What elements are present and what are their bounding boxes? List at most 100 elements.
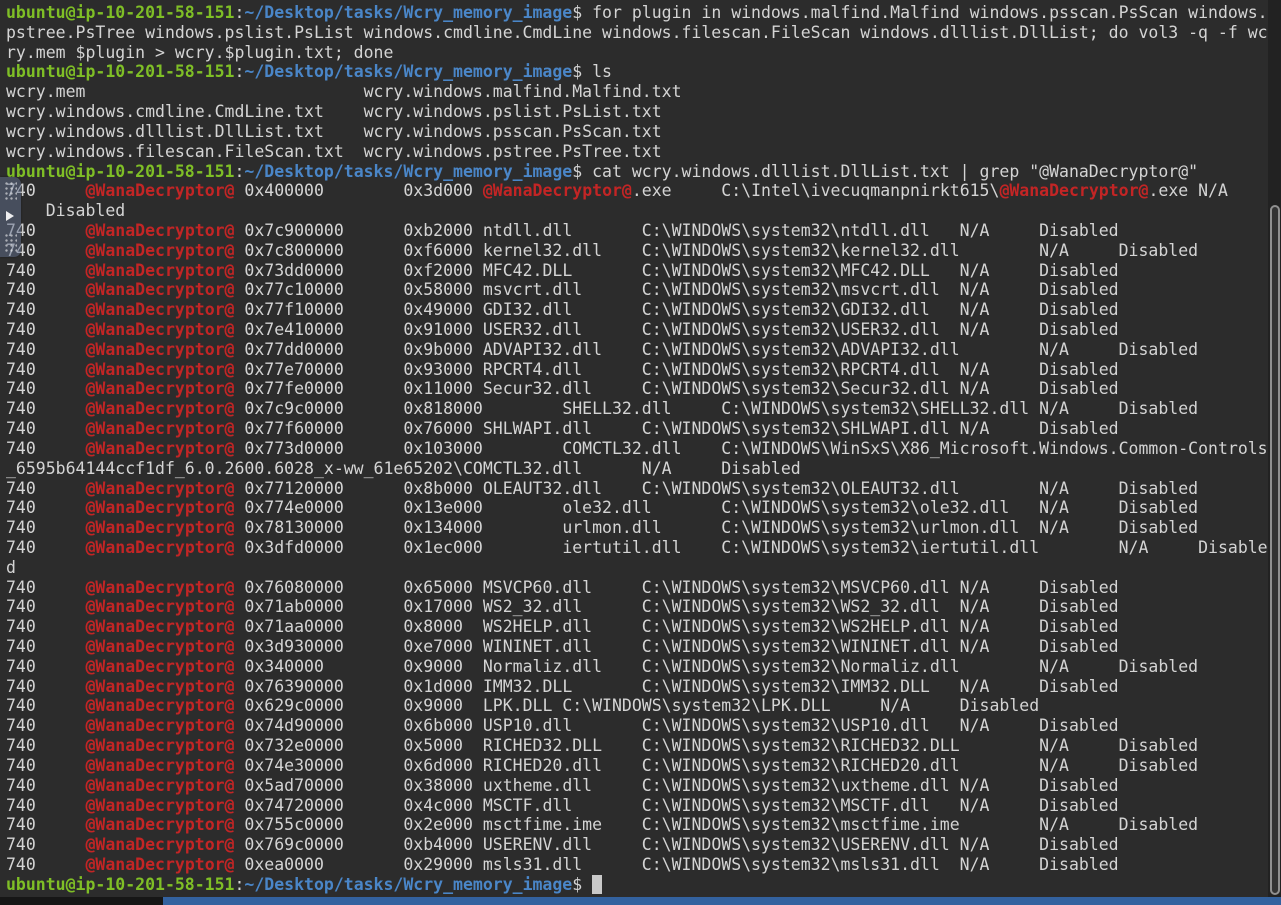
drag-dots-icon: [4, 233, 17, 253]
terminal-line: 740 @WanaDecryptor@ 0x340000 0x9000 Norm…: [6, 657, 1268, 677]
drag-dots-icon: [4, 181, 17, 201]
grep-match: @WanaDecryptor@: [85, 597, 235, 617]
terminal-line: ubuntu@ip-10-201-58-151:~/Desktop/tasks/…: [6, 3, 1268, 23]
terminal-text: wcry.windows.filescan.FileScan.txt wcry.…: [6, 141, 662, 161]
terminal-text: 0x77c10000 0x58000 msvcrt.dll C:\WINDOWS…: [234, 280, 1119, 300]
terminal-line: 740 @WanaDecryptor@ 0x5ad70000 0x38000 u…: [6, 776, 1268, 796]
grep-match: @WanaDecryptor@: [85, 815, 235, 835]
terminal-text: 0x76390000 0x1d000 IMM32.DLL C:\WINDOWS\…: [234, 676, 1119, 696]
terminal-line: 740 @WanaDecryptor@ 0x77fe0000 0x11000 S…: [6, 379, 1268, 399]
terminal-window: ubuntu@ip-10-201-58-151:~/Desktop/tasks/…: [0, 0, 1281, 905]
terminal-text: 0x3d930000 0xe7000 WININET.dll C:\WINDOW…: [234, 637, 1119, 656]
terminal-text: 740: [6, 260, 86, 280]
terminal-text: 0x71aa0000 0x8000 WS2HELP.dll C:\WINDOWS…: [234, 617, 1119, 637]
terminal-text: wcry.mem wcry.windows.malfind.Malfind.tx…: [6, 82, 682, 102]
scrollbar-thumb[interactable]: [1270, 205, 1280, 895]
terminal-text: 0x3dfd0000 0x1ec000 iertutil.dll C:\WIND…: [234, 537, 1268, 557]
grep-match: @WanaDecryptor@: [85, 438, 235, 458]
terminal-line: 740 @WanaDecryptor@ 0x3dfd0000 0x1ec000 …: [6, 538, 1268, 558]
grep-match: @WanaDecryptor@: [85, 379, 235, 399]
terminal-line: 740 @WanaDecryptor@ 0x74720000 0x4c000 M…: [6, 796, 1268, 816]
grep-match: @WanaDecryptor@: [85, 518, 235, 538]
terminal-line: 740 @WanaDecryptor@ 0x7c800000 0xf6000 k…: [6, 241, 1268, 261]
grep-match: @WanaDecryptor@: [85, 577, 235, 597]
terminal-line: ubuntu@ip-10-201-58-151:~/Desktop/tasks/…: [6, 874, 1268, 895]
terminal-text: 740: [6, 498, 86, 518]
grep-match: @WanaDecryptor@: [85, 696, 235, 716]
terminal-text: 740: [6, 696, 86, 716]
terminal-text: 0x77120000 0x8b000 OLEAUT32.dll C:\WINDO…: [234, 478, 1199, 498]
terminal-text: 0x755c0000 0x2e000 msctfime.ime C:\WINDO…: [234, 815, 1199, 835]
terminal-text: 740: [6, 478, 86, 498]
terminal-line: d: [6, 558, 1268, 578]
terminal-text: .exe N/A: [1148, 181, 1228, 201]
pull-tab-handle[interactable]: [0, 177, 21, 257]
terminal-text: 0x400000 0x3d000: [234, 181, 483, 201]
grep-match: @WanaDecryptor@: [85, 775, 235, 795]
terminal-text: 740: [6, 419, 86, 439]
terminal-line: 740 @WanaDecryptor@ 0x71aa0000 0x8000 WS…: [6, 617, 1268, 637]
prompt-cwd: ~/Desktop/tasks/Wcry_memory_image: [244, 874, 573, 894]
terminal-text: 0xea0000 0x29000 msls31.dll C:\WINDOWS\s…: [234, 854, 1119, 874]
terminal-text: 740: [6, 438, 86, 458]
terminal-line: 740 @WanaDecryptor@ 0x77f60000 0x76000 S…: [6, 419, 1268, 439]
terminal-line: ubuntu@ip-10-201-58-151:~/Desktop/tasks/…: [6, 62, 1268, 82]
terminal-line: 740 @WanaDecryptor@ 0x629c0000 0x9000 LP…: [6, 696, 1268, 716]
terminal-text: 740: [6, 300, 86, 320]
terminal-text: 0x7c900000 0xb2000 ntdll.dll C:\WINDOWS\…: [234, 220, 1119, 240]
terminal-text: 740: [6, 518, 86, 538]
terminal-text: $ for plugin in windows.malfind.Malfind …: [572, 3, 1268, 22]
grep-match: @WanaDecryptor@: [85, 339, 235, 359]
terminal-text: 740: [6, 597, 86, 617]
terminal-text: .exe C:\Intel\ivecuqmanpnirkt615\: [631, 181, 1000, 201]
terminal-line: 740 @WanaDecryptor@ 0x3d930000 0xe7000 W…: [6, 637, 1268, 657]
scrollbar-track[interactable]: [1268, 0, 1281, 905]
grep-match: @WanaDecryptor@: [85, 656, 235, 676]
grep-match: @WanaDecryptor@: [85, 835, 235, 855]
terminal-line: wcry.windows.filescan.FileScan.txt wcry.…: [6, 142, 1268, 162]
terminal-text: 0x769c0000 0xb4000 USERENV.dll C:\WINDOW…: [234, 835, 1119, 855]
terminal-text: 0x74d90000 0x6b000 USP10.dll C:\WINDOWS\…: [234, 716, 1119, 736]
terminal-line: 740 @WanaDecryptor@ 0x77dd0000 0x9b000 A…: [6, 340, 1268, 360]
terminal-line: 740 @WanaDecryptor@ 0x71ab0000 0x17000 W…: [6, 597, 1268, 617]
grep-match: @WanaDecryptor@: [85, 419, 235, 439]
grep-match: @WanaDecryptor@: [85, 854, 235, 874]
terminal-text: 740: [6, 716, 86, 736]
terminal-line: 740 @WanaDecryptor@ 0x77120000 0x8b000 O…: [6, 479, 1268, 499]
terminal-text: 740: [6, 379, 86, 399]
terminal-text: $ cat wcry.windows.dlllist.DllList.txt |…: [572, 161, 1199, 181]
terminal-line: 740 @WanaDecryptor@ 0xea0000 0x29000 msl…: [6, 855, 1268, 875]
terminal-text: 740: [6, 399, 86, 419]
terminal-text: pstree.PsTree windows.pslist.PsList wind…: [6, 22, 1268, 42]
terminal-text: 740: [6, 676, 86, 696]
terminal-text: 0x7c9c0000 0x818000 SHELL32.dll C:\WINDO…: [234, 399, 1199, 419]
terminal-line: 740 @WanaDecryptor@ 0x773d0000 0x103000 …: [6, 439, 1268, 459]
terminal-text: :: [234, 874, 245, 894]
terminal-line: 740 @WanaDecryptor@ 0x769c0000 0xb4000 U…: [6, 835, 1268, 855]
terminal-line: 740 @WanaDecryptor@ 0x7e410000 0x91000 U…: [6, 320, 1268, 340]
terminal-output: ubuntu@ip-10-201-58-151:~/Desktop/tasks/…: [0, 0, 1268, 895]
terminal-text: wcry.windows.cmdline.CmdLine.txt wcry.wi…: [6, 102, 662, 122]
terminal-text: $ ls: [572, 62, 612, 82]
grep-match: @WanaDecryptor@: [85, 300, 235, 320]
terminal-text: 0x77e70000 0x93000 RPCRT4.dll C:\WINDOWS…: [234, 359, 1119, 379]
terminal-text: 0x77dd0000 0x9b000 ADVAPI32.dll C:\WINDO…: [234, 339, 1199, 359]
terminal-line: 740 @WanaDecryptor@ 0x732e0000 0x5000 RI…: [6, 736, 1268, 756]
terminal-text: 740: [6, 656, 86, 676]
terminal-line: pstree.PsTree windows.pslist.PsList wind…: [6, 23, 1268, 43]
terminal-text: 740: [6, 280, 86, 300]
terminal-text: 740: [6, 755, 86, 775]
terminal-text: 740: [6, 775, 86, 795]
grep-match: @WanaDecryptor@: [85, 399, 235, 419]
prompt-user-host: ubuntu@ip-10-201-58-151: [6, 3, 235, 22]
grep-match: @WanaDecryptor@: [85, 537, 235, 557]
terminal-text: 740: [6, 854, 86, 874]
play-icon: [6, 211, 14, 221]
bottom-panel-accent: [163, 897, 1281, 905]
grep-match: @WanaDecryptor@: [85, 716, 235, 736]
terminal-line: 740 @WanaDecryptor@ 0x76390000 0x1d000 I…: [6, 677, 1268, 697]
terminal-text: 0x7e410000 0x91000 USER32.dll C:\WINDOWS…: [234, 320, 1119, 339]
terminal-text: 0x74720000 0x4c000 MSCTF.dll C:\WINDOWS\…: [234, 795, 1119, 815]
terminal-text: 0x774e0000 0x13e000 ole32.dll C:\WINDOWS…: [234, 498, 1199, 518]
grep-match: @WanaDecryptor@: [482, 181, 632, 201]
